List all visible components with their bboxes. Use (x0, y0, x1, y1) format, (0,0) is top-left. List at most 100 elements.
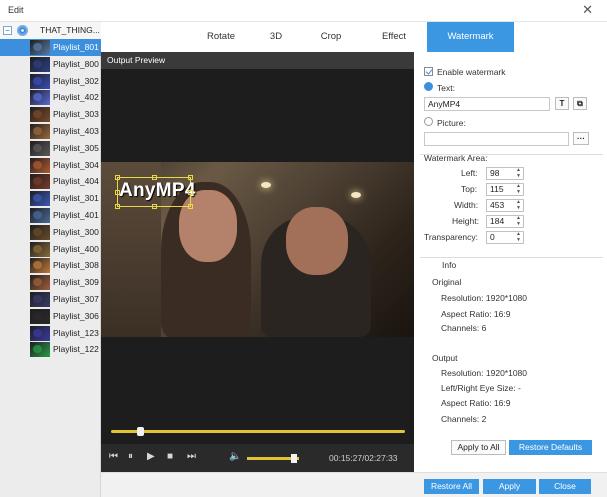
browse-button[interactable]: ··· (573, 132, 589, 145)
playlist-item[interactable]: Playlist_800 (28, 56, 101, 73)
transparency-label: Transparency: (424, 232, 479, 242)
original-resolution: Resolution: 1920*1080 (441, 293, 528, 303)
seek-bar[interactable] (111, 427, 405, 436)
top-label: Top: (461, 184, 478, 194)
spin-arrows-icon[interactable]: ▲ ▼ (516, 183, 521, 195)
playlist-item[interactable]: Playlist_404 (28, 173, 101, 190)
playlist-item[interactable]: Playlist_305 (28, 140, 101, 157)
volume-icon[interactable]: 🔈 (229, 449, 241, 465)
picture-path-input[interactable] (424, 132, 569, 146)
watermark-text-input[interactable]: AnyMP4 (424, 97, 550, 111)
volume-handle[interactable] (290, 454, 297, 463)
spin-arrows-icon[interactable]: ▲ ▼ (516, 167, 521, 179)
tab-rotate[interactable]: Rotate (191, 22, 251, 52)
seek-handle[interactable] (137, 427, 145, 436)
apply-to-all-button[interactable]: Apply to All (451, 440, 506, 455)
resize-handle[interactable] (115, 175, 120, 180)
tab-3d[interactable]: 3D (251, 22, 301, 52)
thumbnail-highlight (33, 43, 42, 51)
thumbnail-highlight (33, 110, 42, 119)
playlist-thumbnail (30, 275, 50, 291)
playlist-item-label: Playlist_300 (53, 226, 99, 237)
playlist-item[interactable]: Playlist_307 (28, 291, 101, 308)
playlist-item[interactable]: Playlist_301 (28, 190, 101, 207)
apply-button[interactable]: Apply (483, 479, 536, 494)
playlist-item[interactable]: Playlist_801 (0, 39, 101, 56)
watermark-box[interactable]: AnyMP4 (115, 175, 195, 209)
thumbnail-highlight (33, 76, 42, 85)
playlist-item[interactable]: Playlist_122 (28, 341, 101, 358)
resize-handle[interactable] (115, 190, 120, 195)
playlist-item[interactable]: Playlist_403 (28, 123, 101, 140)
resize-handle[interactable] (188, 190, 193, 195)
resize-handle[interactable] (115, 204, 120, 209)
spin-arrows-icon[interactable]: ▲ ▼ (516, 231, 521, 243)
top-spinbox[interactable]: 115 ▲ ▼ (486, 183, 524, 196)
playlist-item-label: Playlist_308 (53, 260, 99, 271)
stop-icon[interactable]: ■ (167, 449, 173, 465)
playlist-item[interactable]: Playlist_304 (28, 157, 101, 174)
original-channels: Channels: 6 (441, 323, 487, 333)
playlist-item-label: Playlist_123 (53, 327, 99, 338)
playlist-item[interactable]: Playlist_302 (28, 73, 101, 90)
volume-slider[interactable] (247, 454, 299, 463)
playlist-item[interactable]: Playlist_300 (28, 224, 101, 241)
text-radio[interactable] (424, 82, 433, 91)
resize-handle[interactable] (152, 175, 157, 180)
resize-handle[interactable] (152, 204, 157, 209)
transparency-spinbox[interactable]: 0 ▲ ▼ (486, 231, 524, 244)
close-icon[interactable]: ✕ (582, 3, 593, 17)
thumbnail-highlight (33, 278, 42, 287)
text-font-button[interactable]: T (555, 97, 569, 110)
picture-label: Picture: (437, 118, 466, 128)
playlist-item-label: Playlist_401 (53, 209, 99, 220)
left-spinbox[interactable]: 98 ▲ ▼ (486, 167, 524, 180)
playlist-item[interactable]: Playlist_308 (28, 257, 101, 274)
play-icon[interactable]: ▶ (147, 449, 155, 465)
playlist-item[interactable]: Playlist_303 (28, 106, 101, 123)
playlist-item[interactable]: Playlist_309 (28, 274, 101, 291)
next-icon[interactable]: ⏭ (187, 449, 196, 465)
watermark-area-label: Watermark Area: (424, 153, 488, 163)
playlist-thumbnail (30, 40, 50, 55)
text-color-icon[interactable]: ⧉ (573, 97, 587, 110)
enable-watermark-checkbox[interactable] (424, 67, 433, 76)
playlist-item[interactable]: Playlist_306 (28, 308, 101, 325)
tab-effect[interactable]: Effect (369, 22, 419, 52)
tab-watermark[interactable]: Watermark (427, 22, 514, 52)
video-frame: AnyMP4 (101, 162, 414, 337)
restore-all-button[interactable]: Restore All (424, 479, 479, 494)
restore-defaults-button[interactable]: Restore Defaults (509, 440, 592, 455)
video-face-right (286, 207, 348, 275)
close-button[interactable]: Close (539, 479, 591, 494)
playlist-item[interactable]: Playlist_400 (28, 241, 101, 258)
video-lamp (261, 182, 271, 188)
playlist-item[interactable]: Playlist_123 (28, 325, 101, 342)
original-title: Original (432, 277, 462, 287)
time-display: 00:15:27/02:27:33 (329, 453, 398, 463)
tab-crop[interactable]: Crop (306, 22, 356, 52)
width-spinbox[interactable]: 453 ▲ ▼ (486, 199, 524, 212)
info-title: Info (442, 260, 457, 270)
prev-icon[interactable]: ⏮ (109, 449, 118, 465)
playlist-item-label: Playlist_309 (53, 277, 99, 288)
picture-radio[interactable] (424, 117, 433, 126)
spin-arrows-icon[interactable]: ▲ ▼ (516, 199, 521, 211)
playlist-thumbnail (30, 174, 50, 190)
spin-arrows-icon[interactable]: ▲ ▼ (516, 215, 521, 227)
playlist-item-label: Playlist_302 (53, 75, 99, 86)
resize-handle[interactable] (188, 175, 193, 180)
thumbnail-highlight (33, 244, 42, 253)
collapse-icon[interactable]: − (3, 26, 12, 35)
resize-handle[interactable] (188, 204, 193, 209)
playlist-item-label: Playlist_307 (53, 293, 99, 304)
playlist-item[interactable]: Playlist_401 (28, 207, 101, 224)
playlist-item[interactable]: Playlist_402 (28, 89, 101, 106)
playlist-item-label: Playlist_301 (53, 193, 99, 204)
playlist-thumbnail (30, 56, 50, 72)
height-spinbox[interactable]: 184 ▲ ▼ (486, 215, 524, 228)
playlist-thumbnail (30, 291, 50, 307)
playlist-root[interactable]: − THAT_THING... (0, 22, 101, 39)
pause-icon[interactable]: ⏸ (128, 449, 133, 465)
output-preview: Output Preview AnyMP4 ⏮ ⏸ ▶ ■ ⏭ 🔈 00:15:… (101, 52, 414, 472)
